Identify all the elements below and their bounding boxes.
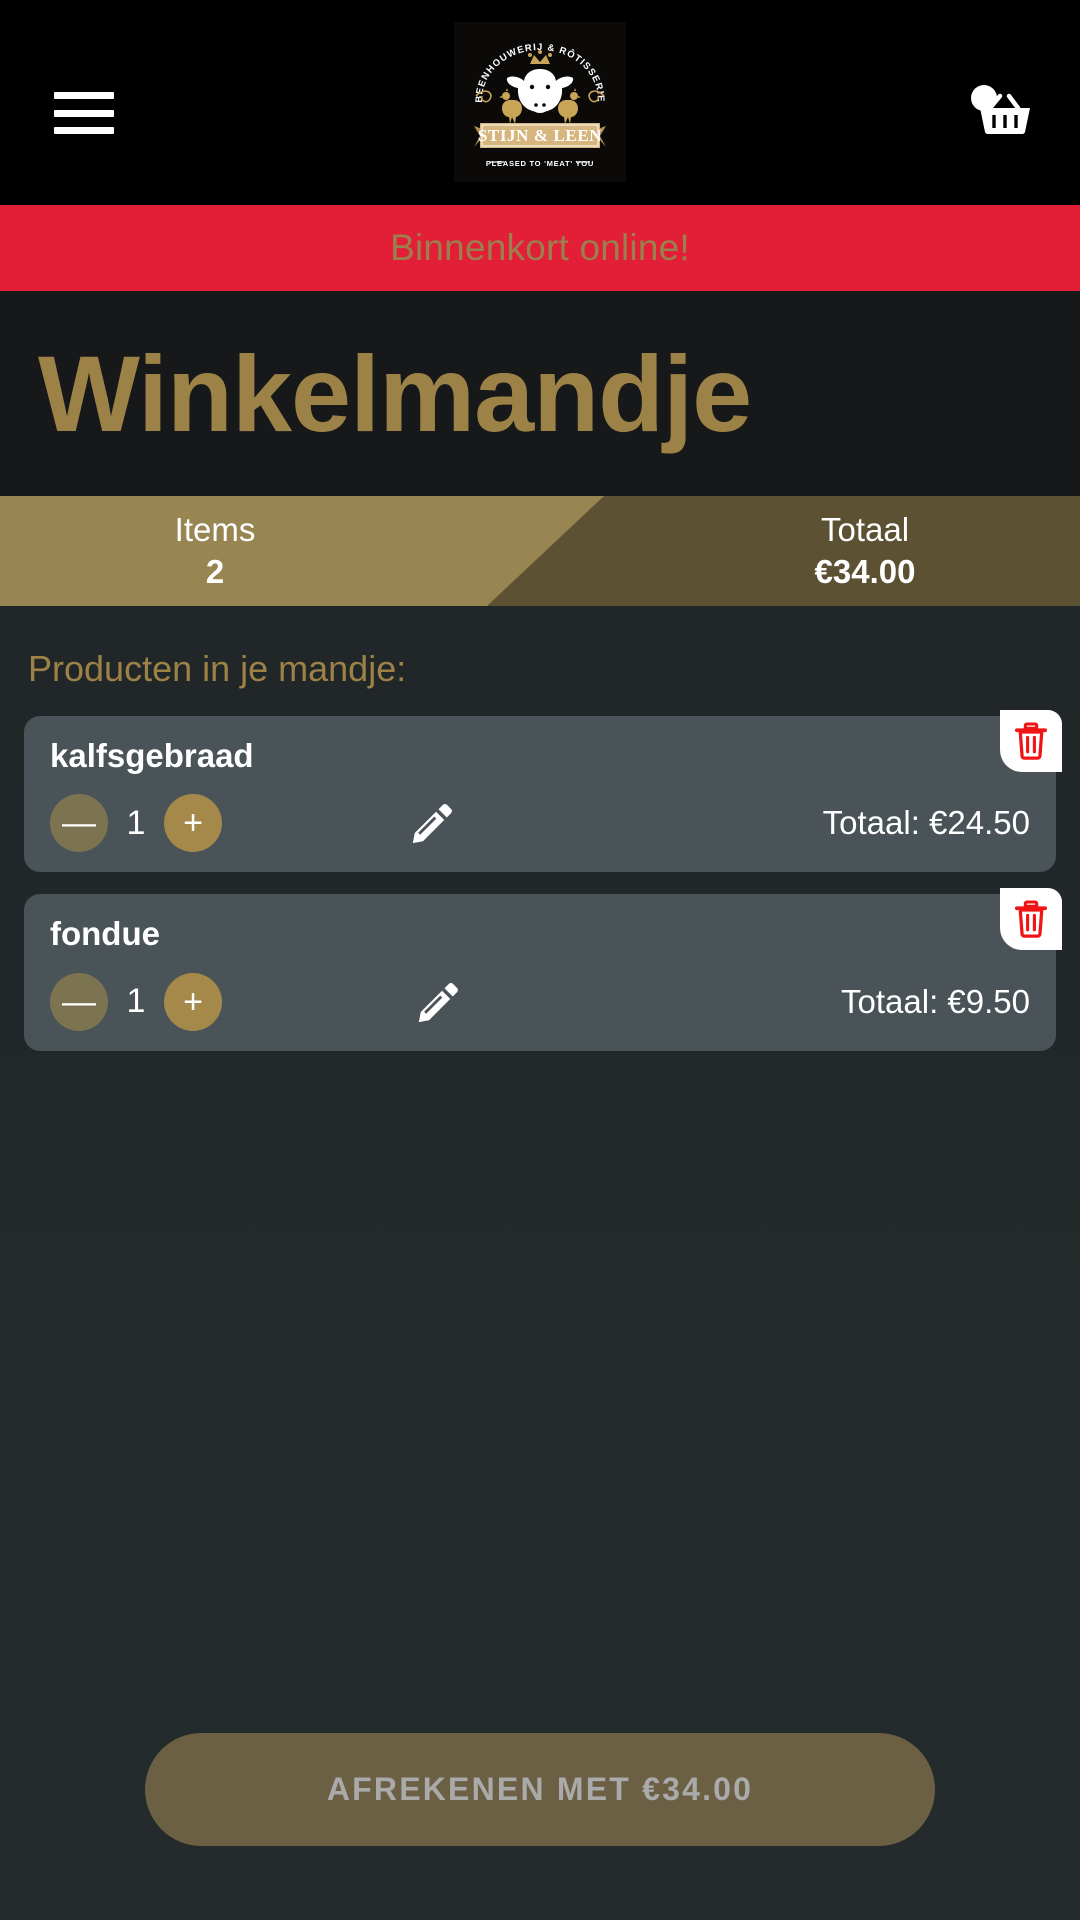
svg-text:PLEASED TO 'MEAT' YOU: PLEASED TO 'MEAT' YOU xyxy=(486,159,594,168)
summary-items-value: 2 xyxy=(205,553,225,590)
cart-item-list: kalfsgebraad — 1 + Totaal: €24.50 fondue… xyxy=(24,710,1062,1051)
increase-quantity-button[interactable]: + xyxy=(164,794,222,853)
quantity-stepper: — 1 + xyxy=(50,794,222,853)
cart-body: Producten in je mandje: kalfsgebraad — 1… xyxy=(0,606,1080,1920)
cart-item-total: Totaal: €9.50 xyxy=(841,982,1030,1020)
summary-total: Totaal €34.00 xyxy=(650,496,1080,606)
summary-items: Items 2 xyxy=(0,496,430,606)
summary-items-label: Items xyxy=(174,511,256,549)
cart-item-row: kalfsgebraad — 1 + Totaal: €24.50 xyxy=(24,710,1062,873)
pencil-icon[interactable] xyxy=(404,795,460,851)
svg-text:STIJN & LEEN: STIJN & LEEN xyxy=(478,126,602,145)
hero-section: Winkelmandje xyxy=(0,291,1080,496)
section-heading: Producten in je mandje: xyxy=(28,648,407,689)
quantity-value: 1 xyxy=(126,803,146,842)
cart-item-total: Totaal: €24.50 xyxy=(822,804,1030,842)
checkout-button[interactable]: AFREKENEN MET €34.00 xyxy=(145,1733,935,1846)
quantity-stepper: — 1 + xyxy=(50,972,222,1031)
trash-icon[interactable] xyxy=(1000,710,1062,772)
page-title: Winkelmandje xyxy=(38,332,752,454)
cart-item-name: fondue xyxy=(50,915,160,953)
cart-summary-strip: Items 2 Totaal €34.00 xyxy=(0,496,1080,606)
cart-item-controls: — 1 + Totaal: €24.50 xyxy=(50,794,1030,853)
shopping-basket-icon[interactable] xyxy=(966,78,1038,136)
checkout-area: AFREKENEN MET €34.00 xyxy=(24,1733,1056,1920)
decrease-quantity-button[interactable]: — xyxy=(50,794,108,853)
hamburger-bar-3 xyxy=(54,127,114,134)
decrease-quantity-button[interactable]: — xyxy=(50,972,108,1031)
announcement-banner: Binnenkort online! xyxy=(0,205,1080,291)
hamburger-menu-icon[interactable] xyxy=(54,92,114,134)
cart-page: BEENHOUWERIJ & RÔTISSERIE STIJN & LEEN P… xyxy=(0,0,1080,1920)
announcement-text: Binnenkort online! xyxy=(390,227,690,268)
quantity-value: 1 xyxy=(126,982,146,1021)
cart-item-row: fondue — 1 + Totaal: €9.50 xyxy=(24,888,1062,1051)
hamburger-bar-1 xyxy=(54,92,114,99)
trash-icon[interactable] xyxy=(1000,888,1062,951)
summary-total-value: €34.00 xyxy=(814,553,916,590)
increase-quantity-button[interactable]: + xyxy=(164,972,222,1031)
summary-total-label: Totaal xyxy=(820,511,910,549)
hamburger-bar-2 xyxy=(54,109,114,117)
cart-item-name: kalfsgebraad xyxy=(50,737,254,774)
cart-item-controls: — 1 + Totaal: €9.50 xyxy=(50,972,1030,1031)
pencil-icon[interactable] xyxy=(410,974,466,1030)
brand-logo[interactable]: BEENHOUWERIJ & RÔTISSERIE STIJN & LEEN P… xyxy=(454,22,626,182)
top-bar: BEENHOUWERIJ & RÔTISSERIE STIJN & LEEN P… xyxy=(0,0,1080,205)
